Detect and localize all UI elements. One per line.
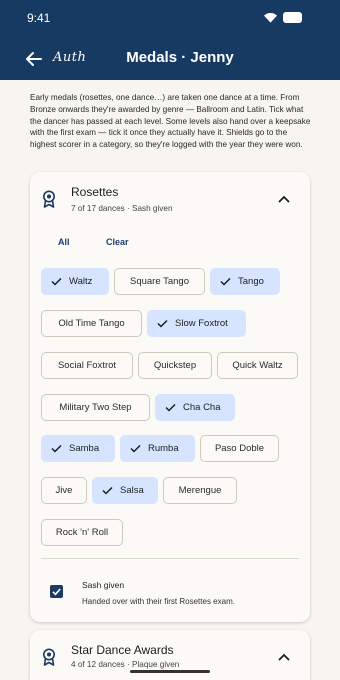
check-icon bbox=[52, 588, 61, 596]
rosettes-subtitle: 7 of 17 dances · Sash given bbox=[71, 204, 173, 213]
star-awards-title: Star Dance Awards bbox=[71, 643, 174, 657]
chip-label: Waltz bbox=[69, 276, 93, 287]
chip-label: Samba bbox=[69, 443, 100, 454]
check-icon bbox=[220, 277, 231, 286]
check-icon bbox=[51, 277, 62, 286]
clear-button[interactable]: Clear bbox=[106, 237, 129, 247]
chevron-up-icon[interactable] bbox=[278, 653, 290, 661]
select-all-button[interactable]: All bbox=[58, 237, 70, 247]
chip-label: Quickstep bbox=[153, 360, 197, 371]
chip-label: Military Two Step bbox=[59, 402, 132, 413]
status-time: 9:41 bbox=[27, 11, 51, 25]
check-icon bbox=[102, 486, 113, 495]
chip-label: Merengue bbox=[178, 485, 222, 496]
status-bar: 9:41 bbox=[0, 0, 340, 36]
chip-label: Social Foxtrot bbox=[57, 360, 117, 371]
chip-label: Rumba bbox=[148, 443, 179, 454]
dance-chip-jive[interactable]: Jive bbox=[41, 477, 87, 504]
dance-chip-samba[interactable]: Samba bbox=[41, 435, 115, 462]
rosettes-title: Rosettes bbox=[71, 185, 119, 199]
dance-chip-quickstep[interactable]: Quickstep bbox=[138, 352, 212, 379]
chip-label: Rock 'n' Roll bbox=[55, 527, 109, 538]
chip-label: Paso Doble bbox=[214, 443, 265, 454]
chip-label: Tango bbox=[238, 276, 264, 287]
intro-text: Early medals (rosettes, one dance…) are … bbox=[30, 93, 311, 150]
sash-given-label: Sash given bbox=[82, 580, 125, 590]
check-icon bbox=[51, 444, 62, 453]
toolbar: Auth Medals · Jenny bbox=[0, 44, 340, 76]
award-ribbon-icon bbox=[43, 190, 55, 208]
dance-chip-merengue[interactable]: Merengue bbox=[163, 477, 237, 504]
sash-given-description: Handed over with their first Rosettes ex… bbox=[82, 597, 235, 606]
check-icon bbox=[130, 444, 141, 453]
battery-icon bbox=[283, 12, 302, 23]
dance-chip-slow-foxtrot[interactable]: Slow Foxtrot bbox=[147, 310, 246, 337]
dance-chip-square-tango[interactable]: Square Tango bbox=[114, 268, 205, 295]
chip-label: Salsa bbox=[120, 485, 144, 496]
chevron-up-icon[interactable] bbox=[278, 195, 290, 203]
award-ribbon-icon bbox=[43, 648, 55, 666]
chip-label: Quick Waltz bbox=[232, 360, 283, 371]
dance-chip-cha-cha[interactable]: Cha Cha bbox=[155, 394, 235, 421]
dance-chip-rumba[interactable]: Rumba bbox=[120, 435, 195, 462]
dance-chip-tango[interactable]: Tango bbox=[210, 268, 280, 295]
dance-chip-rock-n-roll[interactable]: Rock 'n' Roll bbox=[41, 519, 123, 546]
chip-label: Old Time Tango bbox=[58, 318, 125, 329]
dance-chip-military-two-step[interactable]: Military Two Step bbox=[41, 394, 150, 421]
dance-chip-old-time-tango[interactable]: Old Time Tango bbox=[41, 310, 142, 337]
dance-chip-paso-doble[interactable]: Paso Doble bbox=[200, 435, 279, 462]
divider bbox=[41, 558, 299, 559]
chip-label: Slow Foxtrot bbox=[175, 318, 228, 329]
dance-chip-salsa[interactable]: Salsa bbox=[92, 477, 158, 504]
wifi-icon bbox=[264, 12, 277, 23]
dance-chip-quick-waltz[interactable]: Quick Waltz bbox=[217, 352, 298, 379]
star-awards-subtitle: 4 of 12 dances · Plaque given bbox=[71, 660, 180, 669]
sash-given-checkbox[interactable] bbox=[50, 585, 63, 598]
dance-chip-social-foxtrot[interactable]: Social Foxtrot bbox=[41, 352, 133, 379]
dance-chip-waltz[interactable]: Waltz bbox=[41, 268, 109, 295]
page-title: Medals · Jenny bbox=[126, 49, 234, 66]
check-icon bbox=[165, 403, 176, 412]
chip-label: Cha Cha bbox=[183, 402, 221, 413]
chip-label: Jive bbox=[55, 485, 73, 496]
check-icon bbox=[157, 319, 168, 328]
home-indicator bbox=[130, 670, 210, 673]
app-bar: 9:41 Auth Medals · Jenny bbox=[0, 0, 340, 80]
chip-label: Square Tango bbox=[130, 276, 189, 287]
